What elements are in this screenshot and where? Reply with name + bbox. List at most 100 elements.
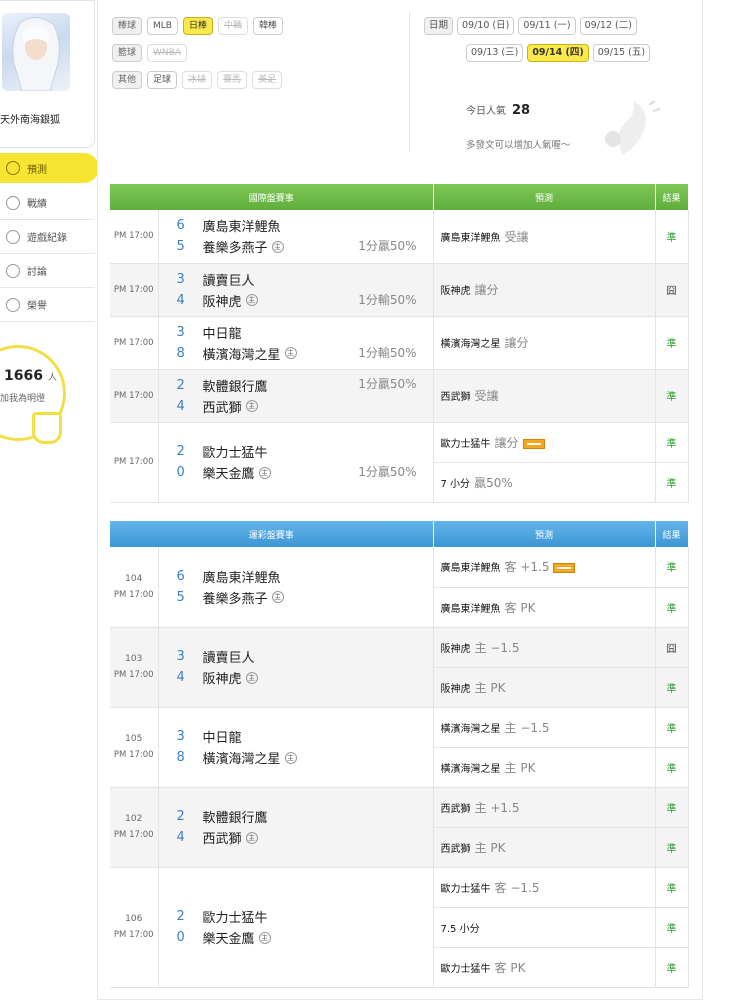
- home-score: 4: [176, 292, 185, 308]
- prediction-cell: 西武獅主 PK: [433, 827, 656, 868]
- away-score: 3: [176, 649, 185, 664]
- sidebar-item-record[interactable]: 戰績: [0, 186, 95, 220]
- username[interactable]: 天外南海銀狐: [0, 111, 60, 126]
- home-team-line: 4 西武獅主: [177, 827, 433, 848]
- away-team-name[interactable]: 軟體銀行鷹: [203, 807, 268, 826]
- matchup: 6 廣島東洋鯉魚 5 養樂多燕子主 1分贏50%: [159, 215, 433, 257]
- category-label: 其他: [112, 71, 143, 89]
- home-team-name[interactable]: 橫濱海灣之星: [203, 748, 281, 767]
- result-cell: 準: [655, 210, 689, 264]
- game-time: PM 17:00: [113, 231, 154, 242]
- date-option[interactable]: 09/10 (日): [457, 17, 515, 35]
- result-cell: 準: [655, 369, 689, 423]
- matchup: 3 中日龍 8 橫濱海灣之星主: [159, 726, 433, 768]
- fairy-decoration-icon: [605, 100, 661, 155]
- matchup: 2 歐力士猛牛 0 樂天金鷹主 1分贏50%: [159, 441, 433, 483]
- away-team-line: 6 廣島東洋鯉魚: [177, 566, 433, 587]
- home-badge: 主: [271, 240, 284, 253]
- date-row: 日期 09/10 (日) 09/11 (一) 09/12 (二): [424, 15, 684, 37]
- filter-npb[interactable]: 日棒: [182, 17, 213, 35]
- result-cell: 準: [655, 827, 689, 868]
- home-team-name[interactable]: 養樂多燕子: [203, 237, 268, 256]
- date-option[interactable]: 09/11 (一): [518, 17, 576, 35]
- away-team-name[interactable]: 讀賣巨人: [203, 647, 255, 666]
- away-team-name[interactable]: 讀賣巨人: [203, 270, 255, 289]
- odds-text: 1分贏50%: [358, 239, 417, 254]
- away-team-name[interactable]: 中日龍: [203, 727, 242, 746]
- away-team-name[interactable]: 廣島東洋鯉魚: [203, 216, 281, 235]
- sidebar-item-discuss[interactable]: 討論: [0, 254, 95, 288]
- home-team-name[interactable]: 阪神虎: [203, 668, 242, 687]
- result-cell: 準: [655, 547, 689, 588]
- away-team-name[interactable]: 中日龍: [203, 323, 242, 342]
- home-badge: 主: [284, 347, 297, 359]
- away-team-line: 3 中日龍: [177, 322, 433, 343]
- date-option[interactable]: 09/13 (三): [466, 44, 524, 62]
- follow-prompt[interactable]: 加我為明燈: [0, 391, 45, 404]
- away-team-name[interactable]: 歐力士猛牛: [203, 907, 268, 926]
- sidebar-item-predict[interactable]: 預測: [0, 153, 99, 183]
- home-team-name[interactable]: 養樂多燕子: [203, 588, 268, 607]
- filter-soccer[interactable]: 足球: [147, 71, 178, 89]
- result-cell: 準: [655, 587, 689, 628]
- circle-icon: [6, 229, 20, 244]
- medal-icon: [6, 297, 20, 312]
- home-team-name[interactable]: 西武獅: [203, 397, 242, 416]
- home-team-line: 0 樂天金鷹主: [177, 927, 433, 948]
- table-row: 105 PM 17:00 3 中日龍 8 橫濱海灣之星主橫濱海灣之星主 −1.5 準: [110, 707, 689, 788]
- home-team-name[interactable]: 樂天金鷹: [203, 928, 255, 947]
- away-team-name[interactable]: 軟體銀行鷹: [203, 376, 268, 395]
- result-cell: 準: [655, 867, 689, 908]
- result-cell: 囧: [655, 263, 689, 317]
- date-row: 09/13 (三) 09/14 (四) 09/15 (五): [424, 42, 684, 64]
- sidebar-item-honor[interactable]: 榮譽: [0, 288, 95, 322]
- away-team-line: 3 中日龍: [177, 726, 433, 747]
- game-number: 105: [125, 734, 143, 744]
- home-score: 4: [176, 830, 185, 845]
- home-team-name[interactable]: 西武獅: [203, 828, 242, 847]
- basketball-filter-row: 籃球 WNBA: [112, 42, 402, 64]
- away-team-name[interactable]: 廣島東洋鯉魚: [203, 567, 281, 586]
- prediction-cell: 西武獅 受讓: [433, 369, 656, 423]
- sidebar-item-label: 遊戲紀錄: [27, 233, 67, 244]
- matchup-cell: 2 軟體銀行鷹 4 西武獅主: [158, 787, 434, 868]
- date-option[interactable]: 09/15 (五): [592, 44, 651, 62]
- bulb-base-icon: [32, 412, 62, 444]
- date-option-selected[interactable]: 09/14 (四): [527, 44, 589, 62]
- prediction-team: 橫濱海灣之星: [440, 339, 501, 350]
- prediction-detail: 贏50%: [474, 475, 513, 490]
- home-badge: 主: [245, 831, 258, 844]
- other-filter-row: 其他 足球 冰球 賽馬 美足: [112, 69, 402, 91]
- result-cell: 準: [655, 747, 689, 788]
- home-team-name[interactable]: 樂天金鷹: [203, 463, 255, 482]
- prediction-cell: 橫濱海灣之星 讓分: [433, 316, 656, 370]
- prediction-detail: 主 −1.5: [504, 720, 550, 735]
- game-time-cell: PM 17:00: [110, 210, 159, 264]
- lottery-table: 運彩盤賽事 預測 結果 104 PM 17:00 6 廣島東洋鯉魚 5 養樂多燕子主廣島東…: [110, 521, 689, 988]
- game-time-cell: 102 PM 17:00: [110, 787, 159, 868]
- home-badge: 主: [258, 931, 271, 944]
- edit-icon: [6, 263, 20, 278]
- filter-mlb[interactable]: MLB: [147, 17, 178, 35]
- sidebar-item-label: 預測: [27, 164, 47, 176]
- date-option[interactable]: 09/12 (二): [579, 17, 637, 35]
- away-team-line: 6 廣島東洋鯉魚: [177, 215, 433, 236]
- game-time: PM 17:00: [113, 284, 154, 295]
- away-team-name[interactable]: 歐力士猛牛: [203, 442, 268, 461]
- home-team-name[interactable]: 阪神虎: [203, 291, 242, 310]
- target-icon: [6, 161, 20, 175]
- sidebar-item-game-log[interactable]: 遊戲紀錄: [0, 220, 95, 254]
- away-team-line: 3 讀賣巨人: [177, 269, 433, 290]
- intl-header-result: 結果: [655, 184, 689, 210]
- result-cell: 準: [655, 707, 689, 748]
- matchup-cell: 3 中日龍 8 橫濱海灣之星主: [158, 707, 434, 788]
- away-score: 2: [176, 444, 185, 459]
- profile-card: 天外南海銀狐: [0, 0, 95, 148]
- avatar[interactable]: [2, 13, 70, 91]
- odds-text: 1分輸50%: [358, 292, 417, 307]
- prediction-team: 阪神虎: [440, 683, 471, 695]
- lottery-header-pred: 預測: [433, 521, 656, 547]
- filter-kbo[interactable]: 韓棒: [253, 17, 284, 35]
- home-team-name[interactable]: 橫濱海灣之星: [203, 344, 281, 363]
- prediction-detail: 受讓: [474, 389, 499, 403]
